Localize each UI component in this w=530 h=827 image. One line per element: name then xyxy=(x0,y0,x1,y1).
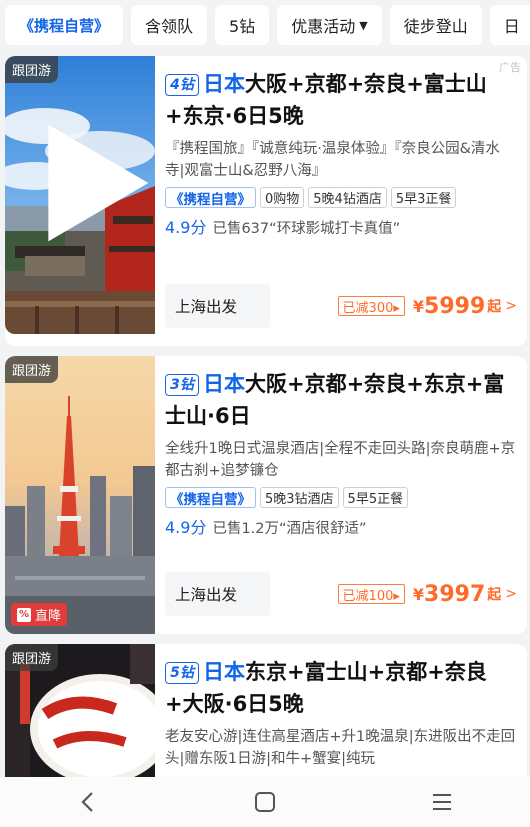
diamond-rating-badge: 5钻 xyxy=(165,662,199,684)
nav-home-button[interactable] xyxy=(235,782,295,822)
product-card[interactable]: 跟团游 % 直降 3钻 日本大阪+京都+奈良+东京+富士山·6日 全线升1晚日式温… xyxy=(5,356,527,634)
product-title-country: 日本 xyxy=(203,72,245,96)
product-badges: 《携程自营》 0购物 5晚4钻酒店 5早3正餐 xyxy=(165,187,519,208)
product-card[interactable]: 跟团游 5钻 日本东京+富士山+京都+奈良+大阪·6日5晚 老友安心游|连住高星酒… xyxy=(5,644,527,784)
diamond-rating-badge: 4钻 xyxy=(165,74,199,96)
departure-city: 上海出发 xyxy=(165,284,270,328)
nav-menu-button[interactable] xyxy=(412,782,472,822)
filter-chip-with-leader[interactable]: 含领队 xyxy=(131,5,208,45)
product-title: 3钻 日本大阪+京都+奈良+东京+富士山·6日 xyxy=(165,368,519,432)
filter-bar: 《携程自营》 含领队 5钻 优惠活动 ▼ 徒步登山 日 xyxy=(0,0,530,50)
departure-city: 上海出发 xyxy=(165,572,270,616)
group-tour-tag: 跟团游 xyxy=(5,644,59,671)
product-title-country: 日本 xyxy=(203,372,245,396)
chevron-right-icon: > xyxy=(505,586,517,602)
rating-score: 4.9分 xyxy=(165,218,207,237)
filter-chip-5-diamond[interactable]: 5钻 xyxy=(215,5,270,45)
feature-badge: 5早5正餐 xyxy=(342,487,409,508)
product-image-kyoto[interactable]: 跟团游 xyxy=(5,56,155,334)
filter-chip-ctrip-self-operated[interactable]: 《携程自营》 xyxy=(5,5,124,45)
price-value: 5999 xyxy=(424,293,486,319)
price-drop-tag: % 直降 xyxy=(11,603,68,626)
product-title: 5钻 日本东京+富士山+京都+奈良+大阪·6日5晚 xyxy=(165,656,519,720)
filter-chip-hiking[interactable]: 徒步登山 xyxy=(389,5,482,45)
product-description: 老友安心游|连住高星酒店+升1晚温泉|东进阪出不走回头|赠东阪1日游|和牛+蟹宴… xyxy=(165,729,516,767)
system-nav-bar xyxy=(0,777,530,827)
product-title: 4钻 日本大阪+京都+奈良+富士山+东京·6日5晚 xyxy=(165,68,519,132)
home-icon xyxy=(254,792,275,812)
rating-row: 4.9分 已售1.2万“酒店很舒适” xyxy=(165,514,519,538)
feature-badge: 5晚3钻酒店 xyxy=(260,487,339,508)
caret-down-icon: ▼ xyxy=(359,18,368,32)
price-drop-label: 直降 xyxy=(35,609,62,624)
chevron-right-icon: > xyxy=(505,298,517,314)
product-description: 全线升1晚日式温泉酒店|全程不走回头路|奈良萌鹿+京都古刹+追梦镰仓 xyxy=(165,441,516,479)
rating-row: 4.9分 已售637“环球影城打卡真值” xyxy=(165,214,519,238)
self-operated-badge: 《携程自营》 xyxy=(165,187,256,208)
price-value: 3997 xyxy=(424,581,486,607)
tokyo-tower-photo xyxy=(5,356,155,634)
product-image-lantern[interactable]: 跟团游 xyxy=(5,644,155,784)
percent-icon: % xyxy=(17,607,31,622)
feature-badge: 5早3正餐 xyxy=(390,187,457,208)
product-card[interactable]: 跟团游 广告 4钻 日本大阪+京都+奈良+富士山+东京·6日5晚 『携程国旅』『诚… xyxy=(5,56,527,346)
back-icon xyxy=(81,792,94,812)
self-operated-badge: 《携程自营》 xyxy=(165,487,256,508)
price-box[interactable]: 已减300▸ ¥ 5999 起 > xyxy=(337,293,517,319)
product-title-country: 日本 xyxy=(203,660,245,684)
price-suffix: 起 xyxy=(487,299,502,315)
rating-score: 4.9分 xyxy=(165,518,207,537)
menu-icon xyxy=(432,794,451,810)
discount-tag: 已减100▸ xyxy=(337,584,405,604)
discount-tag: 已减300▸ xyxy=(337,296,405,316)
filter-chip-promotions-label: 优惠活动 xyxy=(291,17,356,36)
play-icon xyxy=(48,124,149,242)
filter-chip-more[interactable]: 日 xyxy=(489,5,530,45)
product-badges: 《携程自营》 5晚3钻酒店 5早5正餐 xyxy=(165,487,519,508)
feature-badge: 5晚4钻酒店 xyxy=(308,187,387,208)
currency-symbol: ¥ xyxy=(412,296,425,316)
sold-count: 已售637“环球影城打卡真值” xyxy=(212,221,401,237)
price-suffix: 起 xyxy=(487,587,502,603)
group-tour-tag: 跟团游 xyxy=(5,356,59,383)
product-description: 『携程国旅』『诚意纯玩·温泉体验』『奈良公园&清水寺|观富士山&忍野八海』 xyxy=(165,141,500,179)
nav-back-button[interactable] xyxy=(58,782,118,822)
filter-chip-promotions[interactable]: 优惠活动 ▼ xyxy=(277,5,382,45)
sold-count: 已售1.2万“酒店很舒适” xyxy=(212,521,367,537)
feature-badge: 0购物 xyxy=(260,187,305,208)
diamond-rating-badge: 3钻 xyxy=(165,374,199,396)
price-box[interactable]: 已减100▸ ¥ 3997 起 > xyxy=(337,581,517,607)
product-image-tokyo[interactable]: 跟团游 % 直降 xyxy=(5,356,155,634)
currency-symbol: ¥ xyxy=(412,584,425,604)
